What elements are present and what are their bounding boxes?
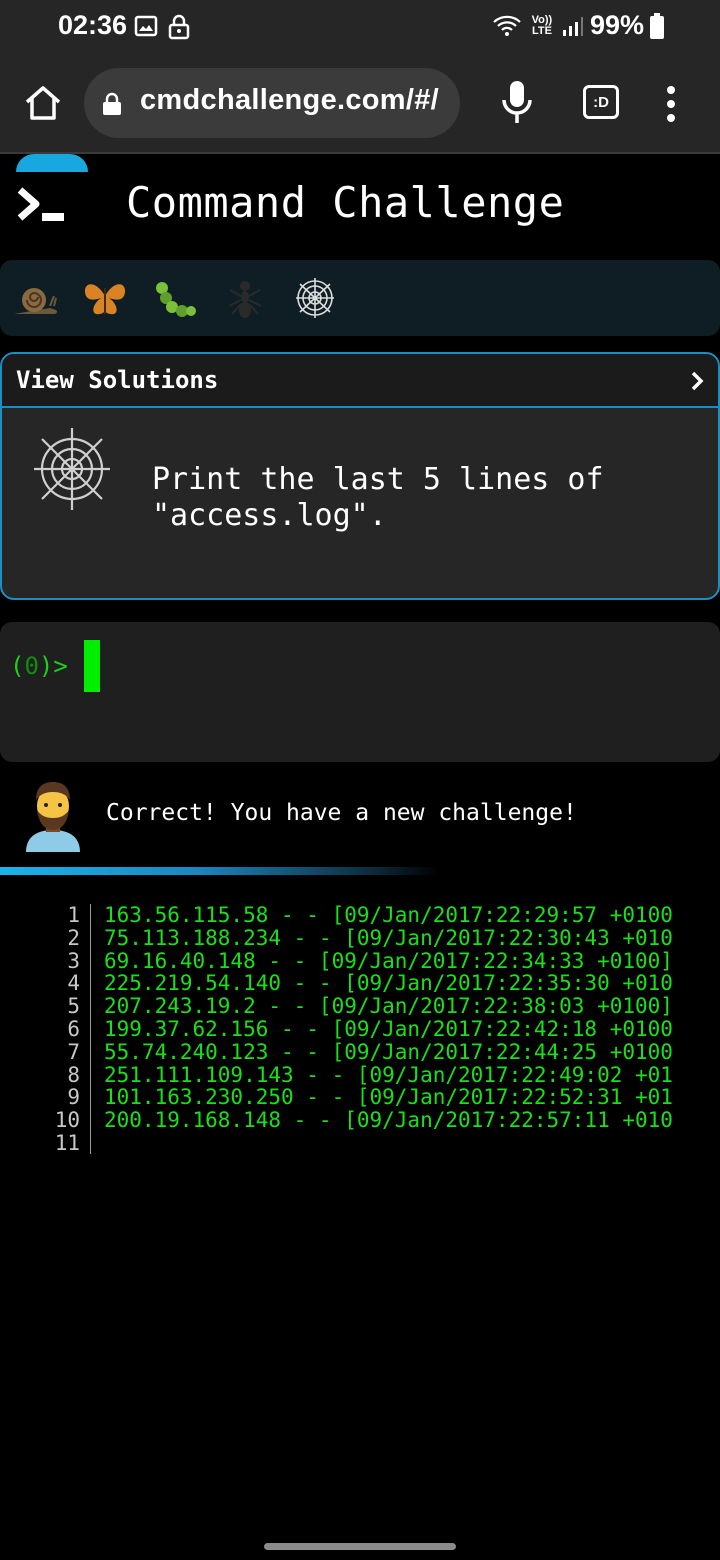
output-line: 199.37.62.156 - - [09/Jan/2017:22:42:18 …	[104, 1016, 673, 1041]
line-number: 7	[67, 1039, 80, 1064]
terminal-prompt: (0)>	[10, 652, 68, 680]
app-title: Command Challenge	[126, 178, 565, 227]
terminal-logo-icon[interactable]	[16, 186, 66, 226]
output-line: 251.111.109.143 - - [09/Jan/2017:22:49:0…	[104, 1062, 673, 1087]
more-vert-icon[interactable]	[664, 84, 678, 124]
wifi-icon	[493, 15, 521, 36]
ant-icon[interactable]	[222, 276, 268, 320]
output-lines: 163.56.115.58 - - [09/Jan/2017:22:29:57 …	[104, 904, 720, 1155]
caterpillar-icon[interactable]	[152, 276, 198, 320]
tab-switcher-label: :D	[593, 93, 609, 111]
gallery-icon	[134, 15, 158, 37]
line-number: 1	[67, 904, 80, 927]
status-right: Vo)) LTE 99%	[492, 10, 664, 41]
line-number: 9	[67, 1085, 80, 1110]
prompt-open: (	[10, 652, 25, 680]
terminal-cursor[interactable]	[84, 640, 100, 692]
signal-icon	[562, 16, 583, 36]
challenge-description: Print the last 5 lines of "access.log".	[152, 462, 604, 533]
line-number: 4	[67, 971, 80, 996]
snail-icon[interactable]	[12, 276, 58, 320]
status-time: 02:36	[58, 10, 128, 40]
output-line: 55.74.240.123 - - [09/Jan/2017:22:44:25 …	[104, 1039, 673, 1064]
battery-percent: 99%	[589, 10, 644, 40]
microphone-icon[interactable]	[500, 78, 534, 128]
spider-web-icon[interactable]	[292, 276, 338, 320]
status-bar: 02:36 Vo)) LTE 99%	[0, 0, 720, 56]
browser-toolbar: cmdchallenge.com/#/ :D	[0, 56, 720, 154]
prompt-close: )>	[38, 652, 68, 680]
output-line: 200.19.168.148 - - [09/Jan/2017:22:57:11…	[104, 1108, 673, 1133]
lock-status-icon	[168, 14, 190, 40]
avatar	[26, 782, 80, 852]
output-line: 163.56.115.58 - - [09/Jan/2017:22:29:57 …	[104, 904, 673, 927]
terminal-input[interactable]: (0)>	[0, 622, 720, 762]
lock-icon	[103, 92, 121, 115]
line-number: 2	[67, 925, 80, 950]
chevron-right-icon[interactable]	[690, 370, 704, 392]
home-indicator[interactable]	[264, 1543, 456, 1550]
line-number: 10	[54, 1108, 80, 1133]
line-number-gutter: 1 2 3 4 5 6 7 8 9 10 11	[40, 904, 80, 1155]
command-output: 1 2 3 4 5 6 7 8 9 10 11 163.56.115.58 - - [09/Jan/…	[0, 904, 720, 1164]
output-line: 75.113.188.234 - - [09/Jan/2017:22:30:43…	[104, 925, 673, 950]
line-number: 5	[67, 994, 80, 1019]
line-number: 3	[67, 948, 80, 973]
tab-switcher-icon[interactable]: :D	[583, 85, 619, 119]
header-decoration	[16, 154, 88, 172]
volte-indicator: Vo)) LTE	[531, 13, 553, 37]
view-solutions-header[interactable]: View Solutions	[2, 354, 718, 408]
progress-line	[0, 867, 440, 875]
prompt-count: 0	[24, 652, 39, 680]
url-text[interactable]: cmdchallenge.com/#/	[140, 84, 439, 117]
output-line: 207.243.19.2 - - [09/Jan/2017:22:38:03 +…	[104, 994, 673, 1019]
feedback-message: Correct! You have a new challenge!	[106, 800, 577, 826]
output-line: 69.16.40.148 - - [09/Jan/2017:22:34:33 +…	[104, 948, 673, 973]
line-number: 8	[67, 1062, 80, 1087]
gutter-divider	[90, 904, 91, 1154]
butterfly-icon[interactable]	[82, 276, 128, 320]
challenge-card: View Solutions Print the last 5 lines of…	[0, 352, 720, 600]
line-number: 6	[67, 1016, 80, 1041]
address-bar[interactable]: cmdchallenge.com/#/	[84, 68, 460, 138]
output-line: 225.219.54.140 - - [09/Jan/2017:22:35:30…	[104, 971, 673, 996]
view-solutions-link[interactable]: View Solutions	[16, 366, 218, 394]
home-icon[interactable]	[22, 82, 64, 124]
badge-strip	[0, 260, 720, 336]
line-number: 11	[54, 1130, 80, 1155]
battery-icon	[650, 12, 664, 39]
status-left-icons	[134, 14, 190, 40]
output-line: 101.163.230.250 - - [09/Jan/2017:22:52:3…	[104, 1085, 673, 1110]
spider-web-icon	[34, 428, 110, 510]
